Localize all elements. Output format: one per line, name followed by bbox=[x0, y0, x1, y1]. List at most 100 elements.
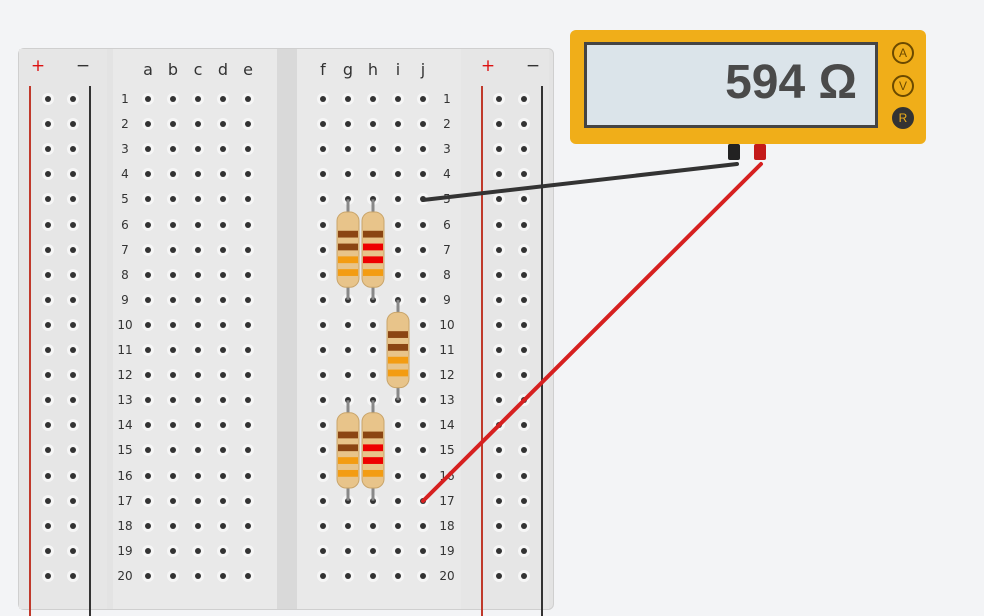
hole[interactable] bbox=[320, 497, 326, 504]
hole[interactable] bbox=[145, 296, 151, 303]
rail-hole[interactable] bbox=[521, 422, 527, 429]
hole[interactable] bbox=[345, 347, 351, 353]
hole[interactable] bbox=[145, 422, 151, 429]
rail-hole[interactable] bbox=[496, 372, 502, 379]
hole[interactable] bbox=[395, 121, 401, 128]
hole[interactable] bbox=[320, 171, 326, 178]
hole[interactable] bbox=[170, 497, 176, 504]
hole[interactable] bbox=[370, 321, 376, 328]
rail-hole[interactable] bbox=[70, 121, 76, 128]
hole[interactable] bbox=[345, 96, 351, 102]
hole[interactable] bbox=[245, 96, 251, 102]
hole[interactable] bbox=[195, 372, 201, 379]
rail-hole[interactable] bbox=[496, 447, 502, 454]
hole[interactable] bbox=[145, 96, 151, 102]
hole[interactable] bbox=[420, 321, 426, 328]
hole[interactable] bbox=[320, 397, 326, 404]
hole[interactable] bbox=[145, 372, 151, 379]
rail-hole[interactable] bbox=[70, 572, 76, 579]
rail-hole[interactable] bbox=[521, 397, 527, 404]
rail-hole[interactable] bbox=[521, 196, 527, 203]
hole[interactable] bbox=[145, 347, 151, 353]
rail-hole[interactable] bbox=[70, 221, 76, 228]
rail-hole[interactable] bbox=[521, 347, 527, 353]
hole[interactable] bbox=[420, 372, 426, 379]
hole[interactable] bbox=[320, 547, 326, 554]
hole[interactable] bbox=[345, 472, 351, 479]
rail-hole[interactable] bbox=[496, 347, 502, 353]
hole[interactable] bbox=[170, 321, 176, 328]
rail-hole[interactable] bbox=[70, 96, 76, 102]
rail-hole[interactable] bbox=[496, 296, 502, 303]
rail-hole[interactable] bbox=[496, 96, 502, 102]
hole[interactable] bbox=[420, 497, 426, 504]
rail-hole[interactable] bbox=[45, 196, 51, 203]
rail-hole[interactable] bbox=[496, 472, 502, 479]
hole[interactable] bbox=[320, 447, 326, 454]
multimeter[interactable]: 594 Ω A V R bbox=[570, 30, 926, 160]
hole[interactable] bbox=[345, 121, 351, 128]
hole[interactable] bbox=[345, 372, 351, 379]
rail-hole[interactable] bbox=[45, 121, 51, 128]
rail-hole[interactable] bbox=[521, 296, 527, 303]
hole[interactable] bbox=[220, 547, 226, 554]
rail-hole[interactable] bbox=[70, 321, 76, 328]
rail-hole[interactable] bbox=[496, 271, 502, 278]
rail-hole[interactable] bbox=[45, 271, 51, 278]
rail-hole[interactable] bbox=[521, 146, 527, 153]
hole[interactable] bbox=[245, 321, 251, 328]
hole[interactable] bbox=[145, 321, 151, 328]
hole[interactable] bbox=[245, 246, 251, 253]
hole[interactable] bbox=[170, 422, 176, 429]
rail-hole[interactable] bbox=[521, 121, 527, 128]
rail-hole[interactable] bbox=[45, 522, 51, 529]
mode-voltmeter-button[interactable]: V bbox=[892, 75, 914, 97]
rail-hole[interactable] bbox=[45, 146, 51, 153]
hole[interactable] bbox=[345, 221, 351, 228]
rail-hole[interactable] bbox=[496, 321, 502, 328]
hole[interactable] bbox=[320, 522, 326, 529]
hole[interactable] bbox=[370, 146, 376, 153]
hole[interactable] bbox=[195, 146, 201, 153]
hole[interactable] bbox=[220, 296, 226, 303]
rail-hole[interactable] bbox=[521, 221, 527, 228]
hole[interactable] bbox=[345, 397, 351, 404]
hole[interactable] bbox=[195, 447, 201, 454]
hole[interactable] bbox=[170, 447, 176, 454]
hole[interactable] bbox=[145, 447, 151, 454]
rail-hole[interactable] bbox=[45, 96, 51, 102]
hole[interactable] bbox=[220, 96, 226, 102]
hole[interactable] bbox=[370, 522, 376, 529]
hole[interactable] bbox=[345, 246, 351, 253]
hole[interactable] bbox=[195, 321, 201, 328]
rail-hole[interactable] bbox=[45, 171, 51, 178]
hole[interactable] bbox=[145, 146, 151, 153]
hole[interactable] bbox=[170, 196, 176, 203]
hole[interactable] bbox=[220, 472, 226, 479]
hole[interactable] bbox=[220, 372, 226, 379]
hole[interactable] bbox=[220, 171, 226, 178]
rail-hole[interactable] bbox=[496, 397, 502, 404]
hole[interactable] bbox=[395, 271, 401, 278]
hole[interactable] bbox=[245, 347, 251, 353]
rail-hole[interactable] bbox=[45, 447, 51, 454]
hole[interactable] bbox=[220, 321, 226, 328]
rail-hole[interactable] bbox=[496, 121, 502, 128]
rail-hole[interactable] bbox=[496, 497, 502, 504]
hole[interactable] bbox=[245, 397, 251, 404]
hole[interactable] bbox=[320, 146, 326, 153]
rail-hole[interactable] bbox=[45, 572, 51, 579]
hole[interactable] bbox=[170, 221, 176, 228]
hole[interactable] bbox=[245, 547, 251, 554]
hole[interactable] bbox=[145, 572, 151, 579]
hole[interactable] bbox=[220, 397, 226, 404]
hole[interactable] bbox=[370, 246, 376, 253]
hole[interactable] bbox=[320, 472, 326, 479]
rail-hole[interactable] bbox=[521, 372, 527, 379]
mode-ohmmeter-button[interactable]: R bbox=[892, 107, 914, 129]
hole[interactable] bbox=[195, 96, 201, 102]
rail-hole[interactable] bbox=[496, 522, 502, 529]
rail-hole[interactable] bbox=[521, 321, 527, 328]
hole[interactable] bbox=[370, 96, 376, 102]
hole[interactable] bbox=[195, 271, 201, 278]
